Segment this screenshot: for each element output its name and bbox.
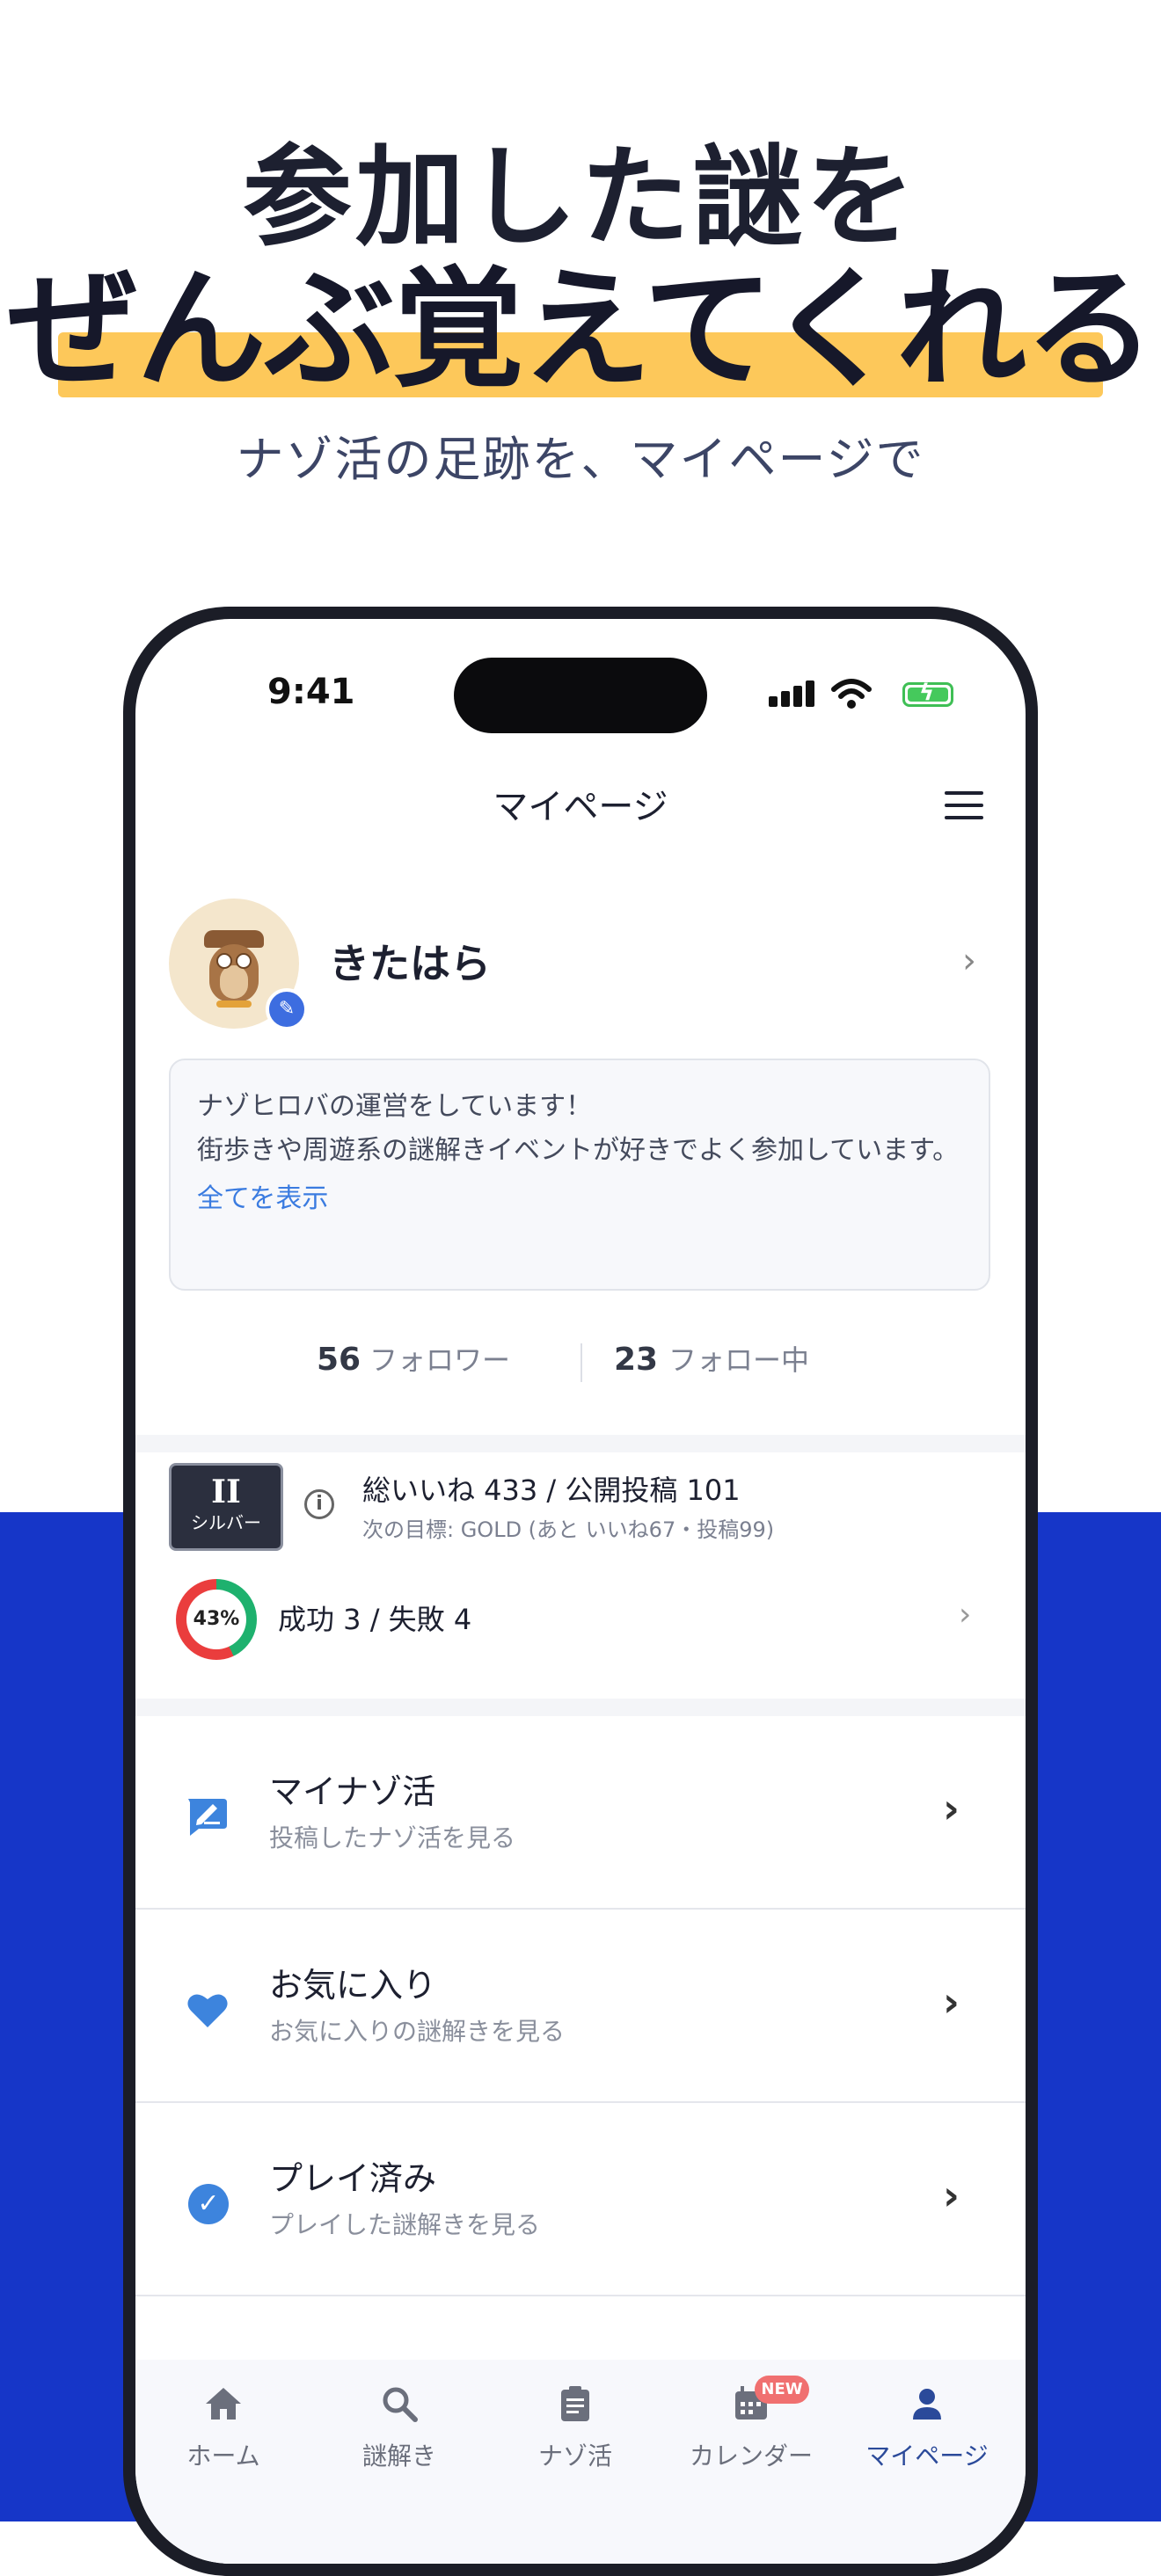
- tab-home[interactable]: ホーム: [135, 2360, 311, 2564]
- divider: [580, 1343, 582, 1382]
- section-separator: [135, 1699, 1026, 1716]
- tab-label: ナゾ活: [537, 2441, 612, 2470]
- menu-line: [945, 804, 983, 807]
- profile-bio-card: ナゾヒロバの運営をしています！ 街歩きや周遊系の謎解きイベントが好きでよく参加し…: [169, 1059, 990, 1291]
- badge-name: シルバー: [191, 1512, 261, 1533]
- chevron-right-icon[interactable]: ›: [962, 941, 976, 981]
- menu-item-played[interactable]: ✓ プレイ済み プレイした謎解きを見る ›: [135, 2103, 1026, 2296]
- menu-item-subtitle: プレイした謎解きを見る: [269, 2210, 541, 2239]
- followers-label[interactable]: フォロワー: [369, 1331, 510, 1389]
- success-rate-label: 43%: [186, 1590, 246, 1649]
- bottom-tab-bar: ホーム 謎解き ナゾ活 NEW カレンダー マイページ: [135, 2360, 1026, 2564]
- owl-eye: [236, 953, 252, 969]
- signal-bar: [781, 691, 790, 707]
- status-time: 9:41: [267, 672, 355, 712]
- tab-label: 謎解き: [361, 2441, 436, 2470]
- charging-bolt-icon: ϟ: [919, 680, 935, 706]
- bio-text: ナゾヒロバの運営をしています！ 街歩きや周遊系の謎解きイベントが好きでよく参加し…: [197, 1091, 960, 1166]
- new-badge: NEW: [755, 2376, 809, 2404]
- chevron-right-icon[interactable]: ›: [959, 1597, 971, 1633]
- page-title: マイページ: [493, 787, 668, 827]
- owl-eye: [216, 953, 232, 969]
- menu-line: [945, 816, 983, 819]
- dynamic-island: [454, 658, 707, 733]
- check-circle-icon: ✓: [188, 2184, 229, 2224]
- following-label[interactable]: フォロー中: [668, 1331, 809, 1389]
- battery-icon: ϟ: [902, 680, 953, 707]
- next-goal-text: 次の目標: GOLD (あと いいね67・投稿99): [362, 1517, 775, 1542]
- menu-item-title: マイナゾ活: [269, 1772, 436, 1811]
- edit-pencil-icon[interactable]: ✎: [266, 988, 308, 1030]
- person-icon: [913, 2389, 941, 2420]
- menu-item-title: お気に入り: [269, 1966, 437, 2005]
- promo-hero: 参加した謎を ぜんぶ覚えてくれる ナゾ活の足跡を、マイページで: [0, 0, 1161, 563]
- following-count[interactable]: 23: [614, 1331, 658, 1389]
- menu-item-title: プレイ済み: [269, 2159, 437, 2198]
- info-icon[interactable]: i: [304, 1489, 334, 1519]
- success-fail-text[interactable]: 成功 3 / 失敗 4: [278, 1598, 471, 1641]
- tab-label: マイページ: [865, 2441, 989, 2470]
- home-icon: [206, 2388, 241, 2420]
- phone-screen: 9:41 ϟ マイページ ✎ きたはら › ナゾヒロバの運営をしています！ 街歩…: [135, 619, 1026, 2564]
- followers-count[interactable]: 56: [317, 1331, 361, 1389]
- search-icon: [383, 2387, 418, 2422]
- phone-frame: 9:41 ϟ マイページ ✎ きたはら › ナゾヒロバの運営をしています！ 街歩…: [123, 607, 1038, 2576]
- tab-label: カレンダー: [689, 2441, 813, 2470]
- wifi-icon: [831, 679, 872, 709]
- heart-icon: [187, 1994, 228, 2027]
- rank-badge: II シルバー: [169, 1463, 283, 1551]
- username[interactable]: きたはら: [329, 935, 491, 992]
- tab-mypage[interactable]: マイページ: [839, 2360, 1015, 2564]
- signal-bar: [806, 680, 814, 707]
- tab-calendar[interactable]: NEW カレンダー: [663, 2360, 839, 2564]
- hero-subtitle: ナゾ活の足跡を、マイページで: [236, 432, 925, 487]
- edit-note-icon: [188, 1799, 227, 1836]
- success-rate-ring: 43%: [176, 1579, 257, 1660]
- signal-icon: [769, 696, 778, 707]
- clipboard-icon: [561, 2386, 589, 2421]
- chevron-right-icon: ›: [943, 1978, 960, 2026]
- menu-line: [945, 791, 983, 795]
- hamburger-menu-icon[interactable]: [945, 791, 983, 823]
- owl-belly: [220, 965, 248, 999]
- chevron-right-icon: ›: [943, 2172, 960, 2219]
- badge-rank: II: [211, 1474, 241, 1510]
- hero-headline-line1: 参加した謎を: [242, 135, 918, 261]
- menu-item-subtitle: 投稿したナゾ活を見る: [269, 1823, 516, 1852]
- menu-item-favorites[interactable]: お気に入り お気に入りの謎解きを見る ›: [135, 1910, 1026, 2103]
- owl-feet: [216, 1001, 252, 1008]
- signal-bar: [793, 686, 802, 707]
- tab-search[interactable]: 謎解き: [311, 2360, 487, 2564]
- hero-headline-line2: ぜんぶ覚えてくれる: [7, 254, 1155, 405]
- tab-nazokatsu[interactable]: ナゾ活: [487, 2360, 663, 2564]
- chevron-right-icon: ›: [943, 1785, 960, 1832]
- section-separator: [135, 1435, 1026, 1452]
- menu-item-my-nazokatsu[interactable]: マイナゾ活 投稿したナゾ活を見る ›: [135, 1716, 1026, 1910]
- tab-label: ホーム: [186, 2441, 260, 2470]
- show-all-link[interactable]: 全てを表示: [197, 1176, 962, 1222]
- likes-posts-summary: 総いいね 433 / 公開投稿 101: [362, 1474, 741, 1507]
- menu-item-subtitle: お気に入りの謎解きを見る: [269, 2017, 566, 2046]
- follow-stats: 56 フォロワー 23 フォロー中: [135, 1331, 1026, 1393]
- status-icons: ϟ: [769, 677, 953, 712]
